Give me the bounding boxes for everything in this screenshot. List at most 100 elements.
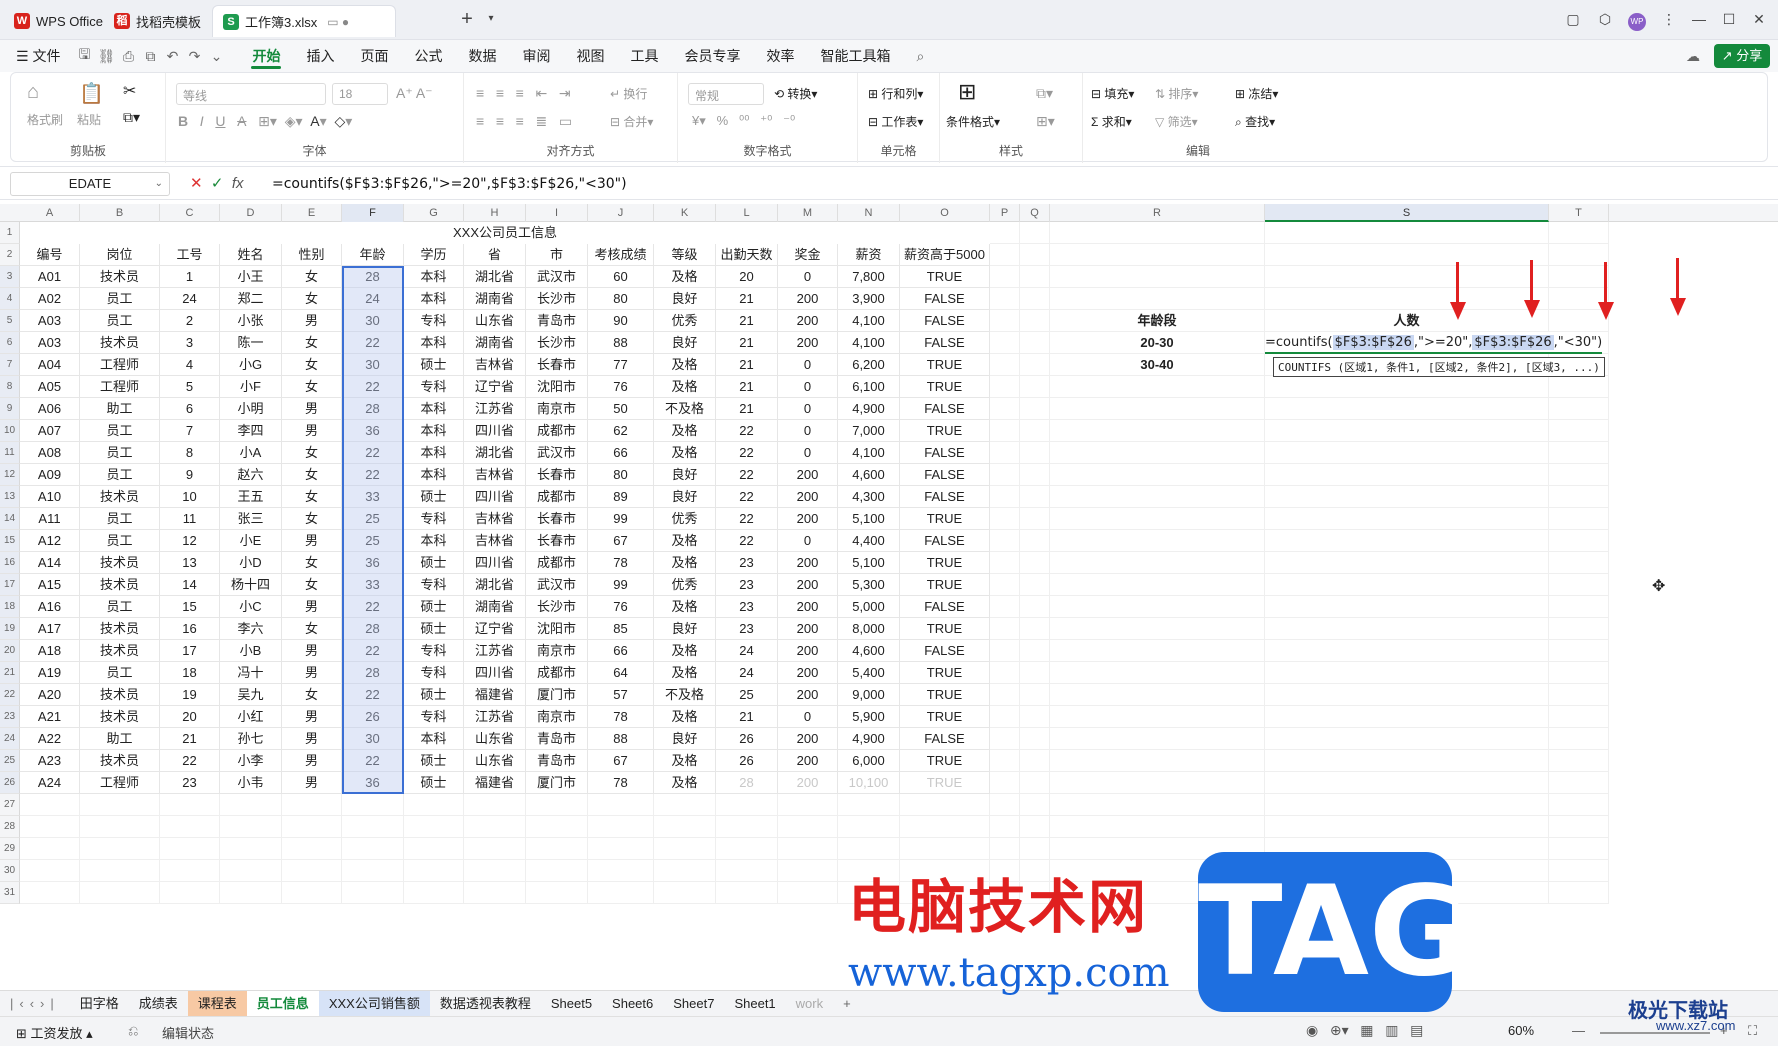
table-header-n[interactable]: 薪资 xyxy=(838,244,900,266)
table-cell[interactable]: 28 xyxy=(342,662,404,684)
empty-cell[interactable] xyxy=(990,486,1020,508)
table-cell[interactable]: FALSE xyxy=(900,288,990,310)
table-cell[interactable]: 78 xyxy=(588,552,654,574)
table-cell[interactable]: 男 xyxy=(282,772,342,794)
table-cell[interactable]: 专科 xyxy=(404,706,464,728)
empty-cell[interactable] xyxy=(342,838,404,860)
sheet-tab[interactable]: 田字格 xyxy=(70,991,129,1017)
row-header[interactable]: 7 xyxy=(0,354,20,376)
table-header-m[interactable]: 奖金 xyxy=(778,244,838,266)
row-header[interactable]: 8 xyxy=(0,376,20,398)
table-cell[interactable]: 21 xyxy=(716,706,778,728)
empty-cell[interactable] xyxy=(1050,794,1265,816)
cell-style-icon[interactable]: ⧉▾ xyxy=(1036,85,1053,102)
table-cell[interactable]: 江苏省 xyxy=(464,706,526,728)
empty-cell[interactable] xyxy=(778,838,838,860)
table-cell[interactable]: 硕士 xyxy=(404,750,464,772)
print-preview-icon[interactable]: ⧉ xyxy=(139,48,161,65)
table-cell[interactable]: 四川省 xyxy=(464,486,526,508)
sheet-tab[interactable]: Sheet1 xyxy=(724,991,785,1017)
table-cell[interactable]: 5 xyxy=(160,376,220,398)
table-cell[interactable]: 22 xyxy=(342,442,404,464)
table-cell[interactable]: FALSE xyxy=(900,442,990,464)
table-cell[interactable]: 男 xyxy=(282,398,342,420)
empty-cell[interactable] xyxy=(1265,596,1549,618)
empty-cell[interactable] xyxy=(1050,288,1265,310)
empty-cell[interactable] xyxy=(404,882,464,904)
empty-cell[interactable] xyxy=(838,794,900,816)
table-cell[interactable]: 员工 xyxy=(80,508,160,530)
table-cell[interactable]: 硕士 xyxy=(404,684,464,706)
table-cell[interactable]: 不及格 xyxy=(654,684,716,706)
table-cell[interactable]: 36 xyxy=(342,552,404,574)
table-cell[interactable]: 及格 xyxy=(654,420,716,442)
empty-cell[interactable] xyxy=(990,574,1020,596)
table-cell[interactable]: 技术员 xyxy=(80,574,160,596)
table-cell[interactable]: FALSE xyxy=(900,530,990,552)
table-cell[interactable]: 小C xyxy=(220,596,282,618)
empty-cell[interactable] xyxy=(1265,728,1549,750)
empty-cell[interactable] xyxy=(526,816,588,838)
empty-cell[interactable] xyxy=(1020,750,1050,772)
format-painter-button[interactable]: 格式刷 xyxy=(27,111,63,128)
empty-cell[interactable] xyxy=(1265,618,1549,640)
empty-cell[interactable] xyxy=(1549,816,1609,838)
empty-cell[interactable] xyxy=(716,816,778,838)
empty-cell[interactable] xyxy=(1265,816,1549,838)
table-header-d[interactable]: 姓名 xyxy=(220,244,282,266)
table-cell[interactable]: 6,200 xyxy=(838,354,900,376)
new-tab-button[interactable]: + xyxy=(454,8,480,30)
empty-cell[interactable] xyxy=(990,728,1020,750)
row-header[interactable]: 2 xyxy=(0,244,20,266)
row-header[interactable]: 4 xyxy=(0,288,20,310)
empty-cell[interactable] xyxy=(526,838,588,860)
table-cell[interactable]: 67 xyxy=(588,750,654,772)
empty-cell[interactable] xyxy=(80,794,160,816)
empty-cell[interactable] xyxy=(1265,398,1549,420)
menu-home[interactable]: 开始 xyxy=(239,40,293,72)
table-cell[interactable]: 女 xyxy=(282,288,342,310)
empty-cell[interactable] xyxy=(990,266,1020,288)
table-cell[interactable]: 3,900 xyxy=(838,288,900,310)
table-cell[interactable]: FALSE xyxy=(900,464,990,486)
empty-cell[interactable] xyxy=(1050,266,1265,288)
empty-cell[interactable] xyxy=(1050,596,1265,618)
empty-cell[interactable] xyxy=(1020,640,1050,662)
table-cell[interactable]: 女 xyxy=(282,684,342,706)
table-cell[interactable]: 及格 xyxy=(654,266,716,288)
empty-cell[interactable] xyxy=(1020,596,1050,618)
empty-cell[interactable] xyxy=(80,860,160,882)
table-cell[interactable]: 技术员 xyxy=(80,332,160,354)
table-cell[interactable]: 200 xyxy=(778,288,838,310)
table-cell[interactable]: 助工 xyxy=(80,728,160,750)
table-cell[interactable]: 22 xyxy=(716,442,778,464)
tab-workbook[interactable]: S 工作簿3.xlsx ▭ ● xyxy=(212,5,396,37)
table-cell[interactable]: 长春市 xyxy=(526,508,588,530)
table-cell[interactable]: 四川省 xyxy=(464,662,526,684)
table-cell[interactable]: 28 xyxy=(342,266,404,288)
table-cell[interactable]: 女 xyxy=(282,464,342,486)
empty-cell[interactable] xyxy=(1020,552,1050,574)
empty-cell[interactable] xyxy=(1050,530,1265,552)
table-cell[interactable]: 22 xyxy=(342,464,404,486)
table-cell[interactable]: A18 xyxy=(20,640,80,662)
table-cell[interactable]: 辽宁省 xyxy=(464,376,526,398)
column-header-a[interactable]: A xyxy=(20,204,80,222)
table-cell[interactable]: 小明 xyxy=(220,398,282,420)
table-cell[interactable]: 22 xyxy=(342,376,404,398)
table-cell[interactable]: 200 xyxy=(778,574,838,596)
empty-cell[interactable] xyxy=(1265,552,1549,574)
table-cell[interactable]: 女 xyxy=(282,508,342,530)
row-header[interactable]: 12 xyxy=(0,464,20,486)
table-cell[interactable]: TRUE xyxy=(900,376,990,398)
formula-input[interactable]: =countifs($F$3:$F$26,">=20",$F$3:$F$26,"… xyxy=(272,172,627,196)
table-cell[interactable]: A02 xyxy=(20,288,80,310)
empty-cell[interactable] xyxy=(1549,750,1609,772)
table-cell[interactable]: 工程师 xyxy=(80,772,160,794)
empty-cell[interactable] xyxy=(1020,662,1050,684)
table-cell[interactable]: 22 xyxy=(716,530,778,552)
empty-cell[interactable] xyxy=(716,882,778,904)
row-header[interactable]: 14 xyxy=(0,508,20,530)
table-cell[interactable]: 专科 xyxy=(404,640,464,662)
empty-cell[interactable] xyxy=(1050,508,1265,530)
